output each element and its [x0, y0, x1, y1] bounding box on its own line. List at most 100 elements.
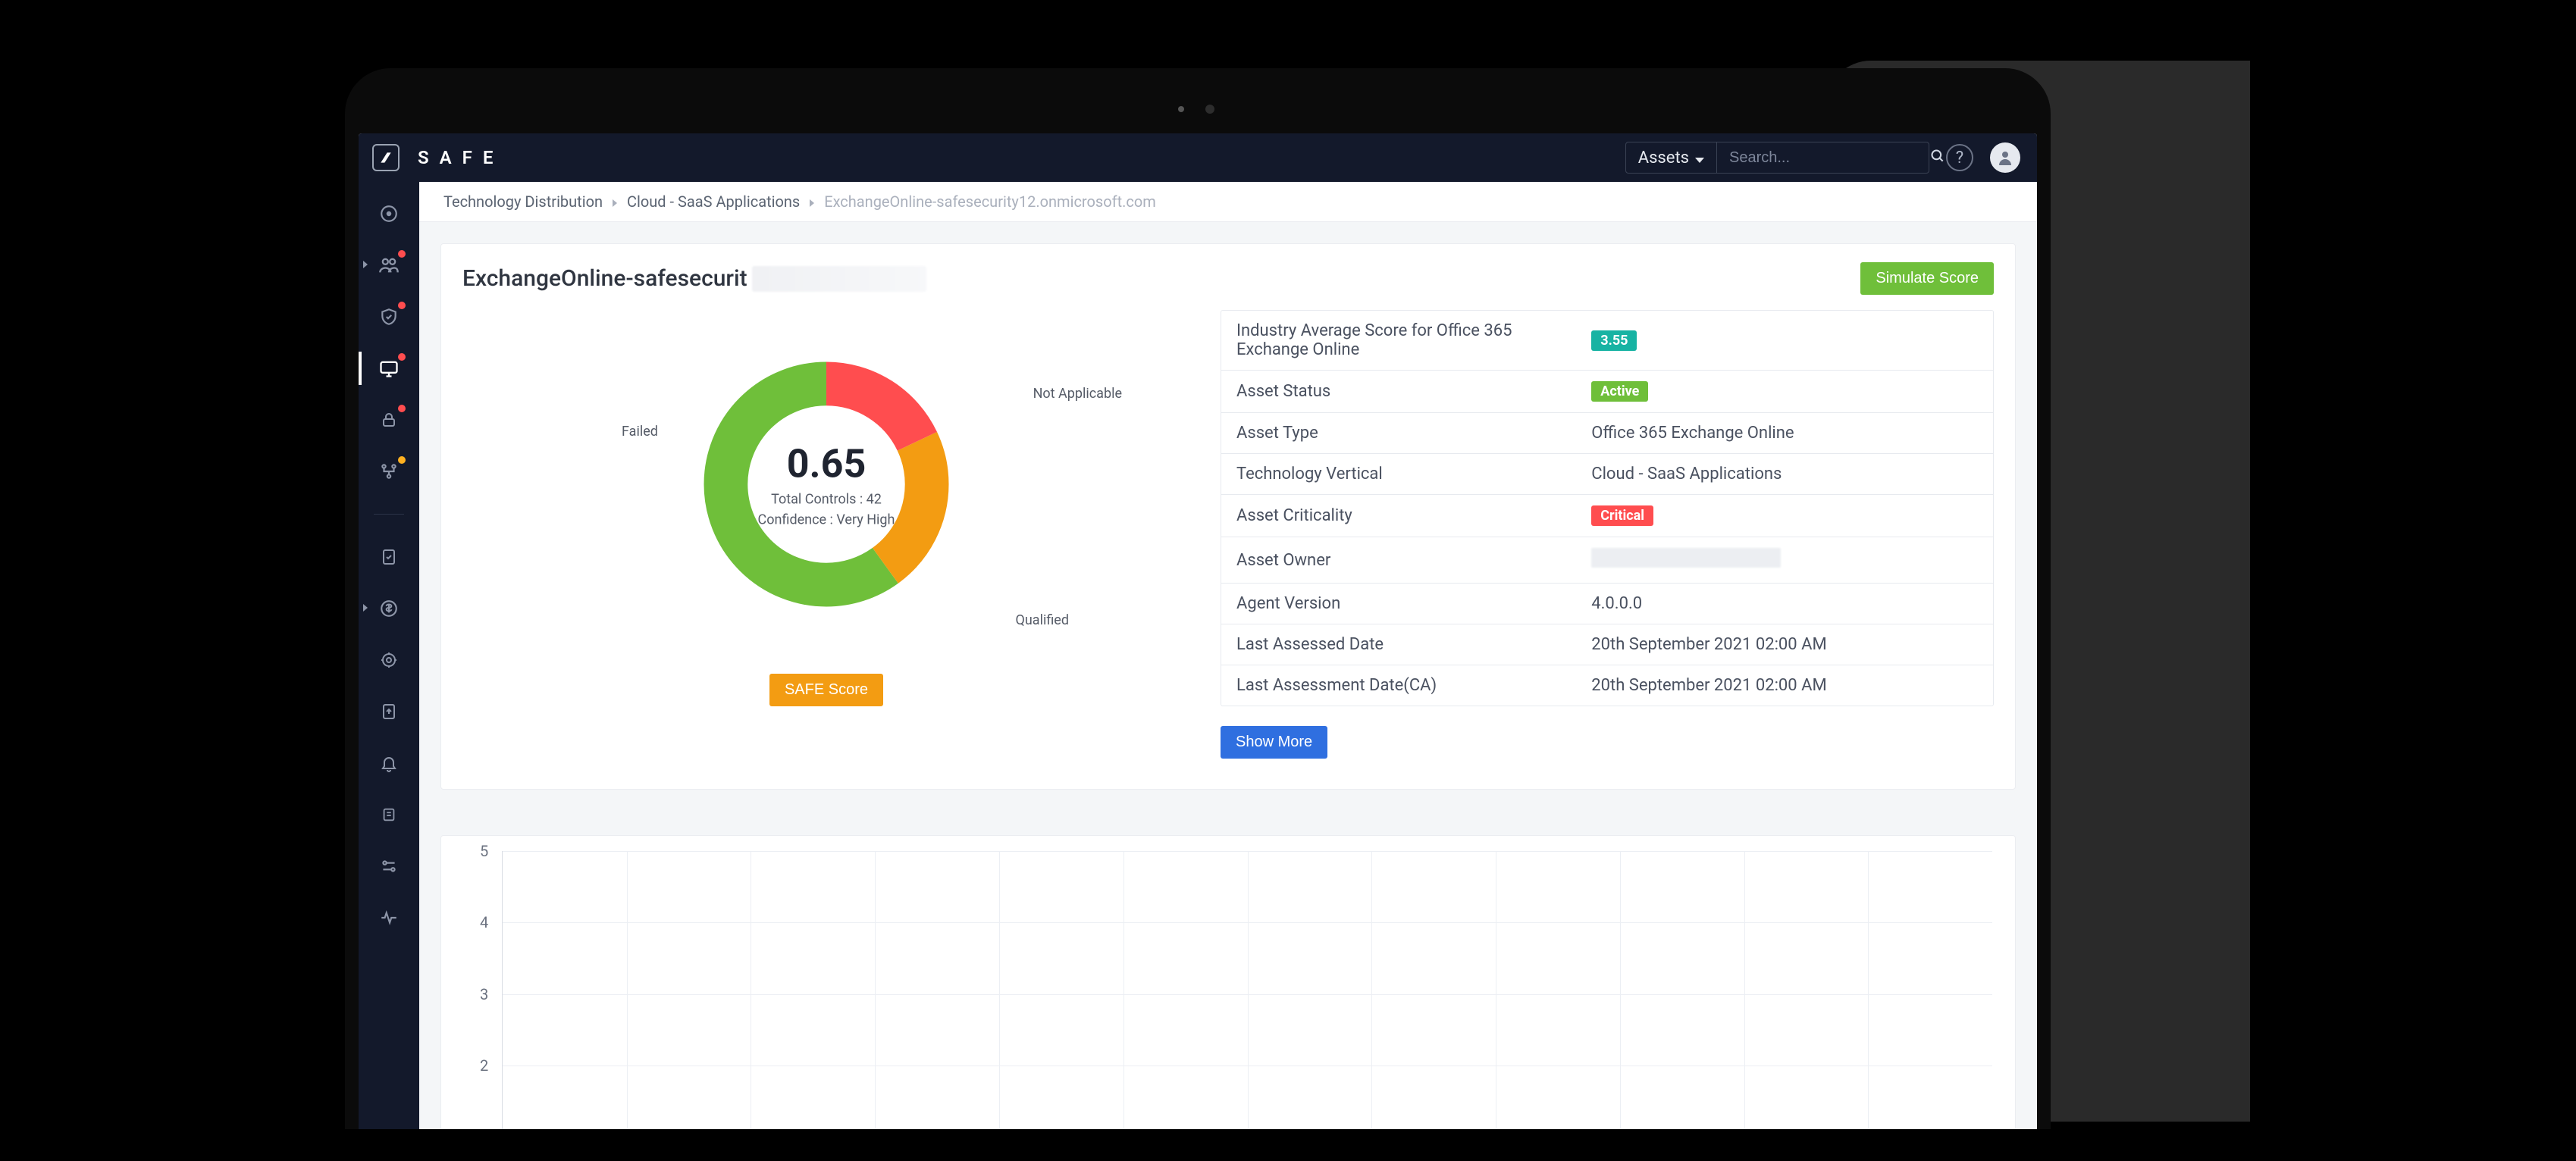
detail-key: Asset Status	[1221, 370, 1576, 412]
breadcrumb: Technology Distribution Cloud - SaaS App…	[419, 182, 2037, 222]
sidebar-item-list[interactable]	[377, 803, 401, 827]
grid-vline	[1123, 851, 1124, 1129]
detail-key: Asset Owner	[1221, 537, 1576, 583]
table-row: Asset Status Active	[1221, 370, 1993, 412]
detail-key: Asset Criticality	[1221, 494, 1576, 537]
sidebar	[359, 182, 419, 1129]
table-row: Agent Version4.0.0.0	[1221, 583, 1993, 624]
sidebar-item-security[interactable]	[377, 408, 401, 432]
notification-dot-icon	[398, 456, 406, 464]
y-tick-label: 3	[480, 985, 488, 1003]
detail-key: Industry Average Score for Office 365 Ex…	[1221, 311, 1576, 370]
detail-value: 4.0.0.0	[1576, 583, 1993, 624]
breadcrumb-current: ExchangeOnline-safesecurity12.onmicrosof…	[824, 192, 1156, 211]
chevron-down-icon	[1695, 149, 1704, 167]
assets-dropdown-label: Assets	[1638, 149, 1689, 167]
table-row: Last Assessment Date(CA)20th September 2…	[1221, 665, 1993, 706]
detail-key: Last Assessed Date	[1221, 624, 1576, 665]
notification-dot-icon	[398, 353, 406, 361]
simulate-score-button[interactable]: Simulate Score	[1860, 262, 1994, 295]
breadcrumb-root[interactable]: Technology Distribution	[443, 192, 603, 211]
y-tick-label: 5	[480, 842, 488, 860]
breadcrumb-mid[interactable]: Cloud - SaaS Applications	[627, 192, 800, 211]
search-box[interactable]	[1717, 142, 1929, 174]
redacted-title-suffix	[752, 266, 926, 292]
detail-key: Asset Type	[1221, 412, 1576, 453]
help-icon[interactable]: ?	[1946, 144, 1973, 171]
search-icon	[1930, 149, 1945, 167]
grid-vline	[1248, 851, 1249, 1129]
safe-score-button[interactable]: SAFE Score	[769, 674, 883, 706]
status-badge: Active	[1591, 381, 1648, 402]
status-badge: 3.55	[1591, 330, 1637, 351]
page-title: ExchangeOnline-safesecurit	[462, 265, 747, 292]
detail-key: Last Assessment Date(CA)	[1221, 665, 1576, 706]
sidebar-item-reports[interactable]	[377, 545, 401, 569]
grid-vline	[875, 851, 876, 1129]
table-row: Technology VerticalCloud - SaaS Applicat…	[1221, 453, 1993, 494]
table-row: Asset Owner	[1221, 537, 1993, 583]
grid-vline	[1744, 851, 1745, 1129]
y-tick-label: 4	[480, 913, 488, 931]
sidebar-item-health[interactable]	[377, 906, 401, 930]
donut-label-failed: Failed	[622, 424, 658, 440]
grid-vline	[1620, 851, 1621, 1129]
donut-label-not-applicable: Not Applicable	[1033, 386, 1122, 402]
y-tick-label: 2	[480, 1056, 488, 1075]
chevron-right-icon	[613, 192, 617, 211]
sidebar-item-dashboard[interactable]	[377, 202, 401, 226]
avatar[interactable]	[1990, 142, 2020, 173]
sidebar-item-upload[interactable]	[377, 699, 401, 724]
chevron-right-icon	[810, 192, 814, 211]
table-row: Asset Criticality Critical	[1221, 494, 1993, 537]
table-row: Last Assessed Date20th September 2021 02…	[1221, 624, 1993, 665]
notification-dot-icon	[398, 405, 406, 412]
device-frame: SAFE Assets ?	[345, 68, 2051, 1129]
assets-dropdown[interactable]: Assets	[1625, 142, 1717, 174]
notification-dot-icon	[398, 302, 406, 309]
sidebar-item-target[interactable]	[377, 648, 401, 672]
asset-details-panel: Industry Average Score for Office 365 Ex…	[1221, 310, 1994, 759]
sidebar-item-financial[interactable]	[377, 596, 401, 621]
sidebar-item-settings[interactable]	[377, 854, 401, 878]
sidebar-separator	[374, 514, 404, 515]
y-tick-label: 1	[480, 1128, 488, 1129]
grid-vline	[1371, 851, 1372, 1129]
donut-total-controls: Total Controls : 42	[758, 492, 895, 508]
sidebar-item-alerts[interactable]	[377, 751, 401, 775]
detail-value: 20th September 2021 02:00 AM	[1576, 624, 1993, 665]
detail-value	[1576, 537, 1993, 583]
sensor-dot	[1178, 106, 1184, 112]
donut-score-value: 0.65	[758, 441, 895, 487]
sidebar-item-connections[interactable]	[377, 459, 401, 483]
trend-chart: 1 2 3 4 5	[440, 835, 2016, 1129]
detail-value: Critical	[1576, 494, 1993, 537]
detail-value: Cloud - SaaS Applications	[1576, 453, 1993, 494]
redacted-value	[1591, 548, 1781, 568]
donut-confidence: Confidence : Very High	[758, 512, 895, 528]
grid-vline	[627, 851, 628, 1129]
score-donut: 0.65 Total Controls : 42 Confidence : Ve…	[629, 325, 1023, 643]
donut-label-qualified: Qualified	[1015, 612, 1069, 628]
caret-right-icon	[363, 602, 368, 615]
detail-key: Technology Vertical	[1221, 453, 1576, 494]
camera-dot	[1205, 105, 1214, 114]
score-donut-panel: 0.65 Total Controls : 42 Confidence : Ve…	[462, 310, 1190, 759]
sidebar-item-people[interactable]	[377, 253, 401, 277]
detail-value: 20th September 2021 02:00 AM	[1576, 665, 1993, 706]
search-input[interactable]	[1729, 149, 1930, 167]
caret-right-icon	[363, 259, 368, 271]
brand-mark-icon	[372, 144, 400, 171]
content-area: Technology Distribution Cloud - SaaS App…	[419, 182, 2037, 1129]
notification-dot-icon	[398, 250, 406, 258]
asset-details-table: Industry Average Score for Office 365 Ex…	[1221, 310, 1994, 706]
table-row: Industry Average Score for Office 365 Ex…	[1221, 311, 1993, 370]
asset-card: ExchangeOnline-safesecurit Simulate Scor…	[440, 243, 2016, 790]
detail-key: Agent Version	[1221, 583, 1576, 624]
brand-name: SAFE	[418, 147, 503, 168]
show-more-button[interactable]: Show More	[1221, 726, 1327, 759]
sidebar-item-technology[interactable]	[377, 356, 401, 380]
grid-vline	[1868, 851, 1869, 1129]
status-badge: Critical	[1591, 505, 1653, 526]
sidebar-item-policies[interactable]	[377, 305, 401, 329]
